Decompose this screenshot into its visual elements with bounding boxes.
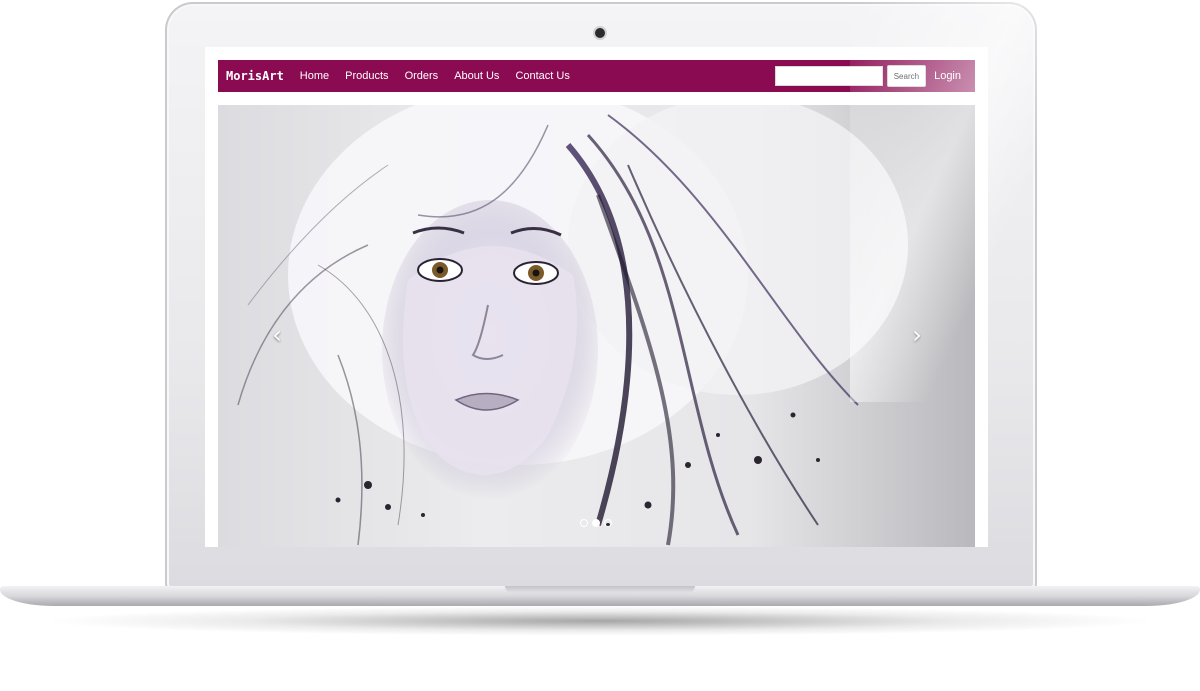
screen: MorisArt Home Products Orders About Us C… — [205, 47, 988, 547]
navbar: MorisArt Home Products Orders About Us C… — [218, 60, 975, 92]
nav-about-us[interactable]: About Us — [454, 70, 499, 82]
carousel-indicators — [580, 519, 612, 527]
carousel-indicator-2[interactable] — [592, 519, 600, 527]
search-input[interactable] — [774, 66, 883, 86]
nav-right: Search Login — [774, 65, 961, 87]
nav-home[interactable]: Home — [300, 70, 329, 82]
chevron-right-icon[interactable]: › — [902, 320, 932, 350]
search-button[interactable]: Search — [886, 65, 927, 87]
nav-links: Home Products Orders About Us Contact Us — [292, 70, 578, 82]
nav-contact-us[interactable]: Contact Us — [515, 70, 569, 82]
laptop-shadow — [40, 606, 1160, 636]
brand-logo[interactable]: MorisArt — [226, 69, 284, 83]
hero-artwork — [237, 105, 908, 546]
nav-orders[interactable]: Orders — [405, 70, 439, 82]
laptop-notch — [505, 586, 695, 593]
nav-products[interactable]: Products — [345, 70, 388, 82]
carousel-indicator-1[interactable] — [580, 519, 588, 527]
login-link[interactable]: Login — [934, 70, 961, 82]
hero-carousel: ‹ › — [218, 105, 975, 547]
carousel-indicator-3[interactable] — [604, 519, 612, 527]
webcam — [595, 28, 605, 38]
chevron-left-icon[interactable]: ‹ — [262, 320, 292, 350]
